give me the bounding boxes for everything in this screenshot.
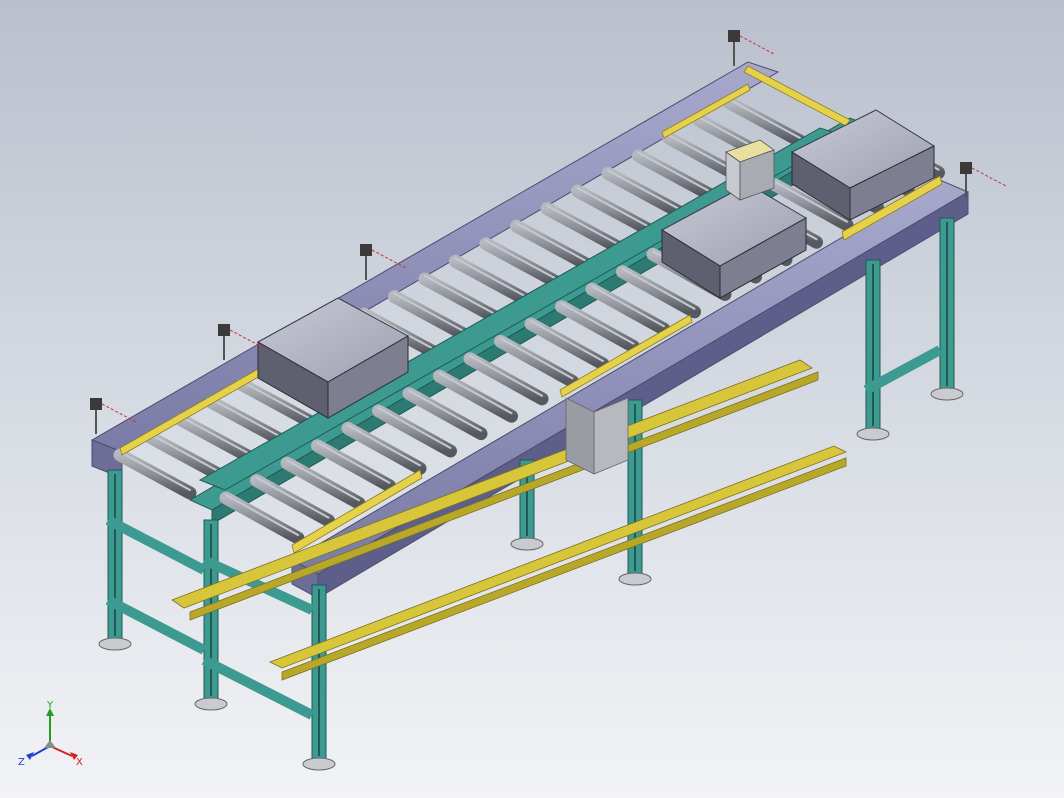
back-roller [540, 202, 624, 254]
leveling-foot [856, 427, 890, 441]
z-axis-label: Z [18, 757, 25, 768]
sensor-beam [101, 403, 137, 423]
photo-sensor [218, 324, 230, 336]
cad-viewport[interactable] [0, 0, 1064, 798]
triad-origin-cone [44, 740, 56, 748]
back-roller [388, 290, 471, 342]
axis-triad: Y X Z [18, 700, 83, 768]
leveling-foot [930, 387, 964, 401]
photo-sensor [728, 30, 740, 42]
back-roller-highlight [729, 99, 801, 139]
leveling-foot [510, 537, 544, 551]
back-roller [418, 272, 502, 324]
sensor-beam [739, 35, 775, 55]
back-roller [205, 395, 288, 447]
photo-sensor [960, 162, 972, 174]
leveling-foot [618, 572, 652, 586]
back-roller [632, 149, 715, 201]
sensor-beam [971, 167, 1007, 187]
back-roller [601, 166, 685, 218]
axis-triad-graphic [26, 708, 78, 760]
sensor-beam [371, 249, 407, 269]
back-roller [449, 254, 532, 306]
back-roller [144, 430, 227, 482]
x-axis-label: X [76, 757, 83, 768]
back-roller [113, 448, 197, 500]
back-roller [174, 413, 258, 465]
leveling-foot [302, 757, 336, 771]
back-roller [723, 96, 807, 148]
sensor-beam [229, 329, 265, 349]
leveling-foot [194, 697, 228, 711]
leveling-foot [98, 637, 132, 651]
photo-sensor [360, 244, 372, 256]
back-roller [510, 219, 593, 271]
back-roller [571, 184, 654, 236]
back-rollers [113, 96, 807, 500]
photo-sensor [90, 398, 102, 410]
y-axis-label: Y [46, 700, 54, 711]
back-roller [479, 237, 563, 289]
